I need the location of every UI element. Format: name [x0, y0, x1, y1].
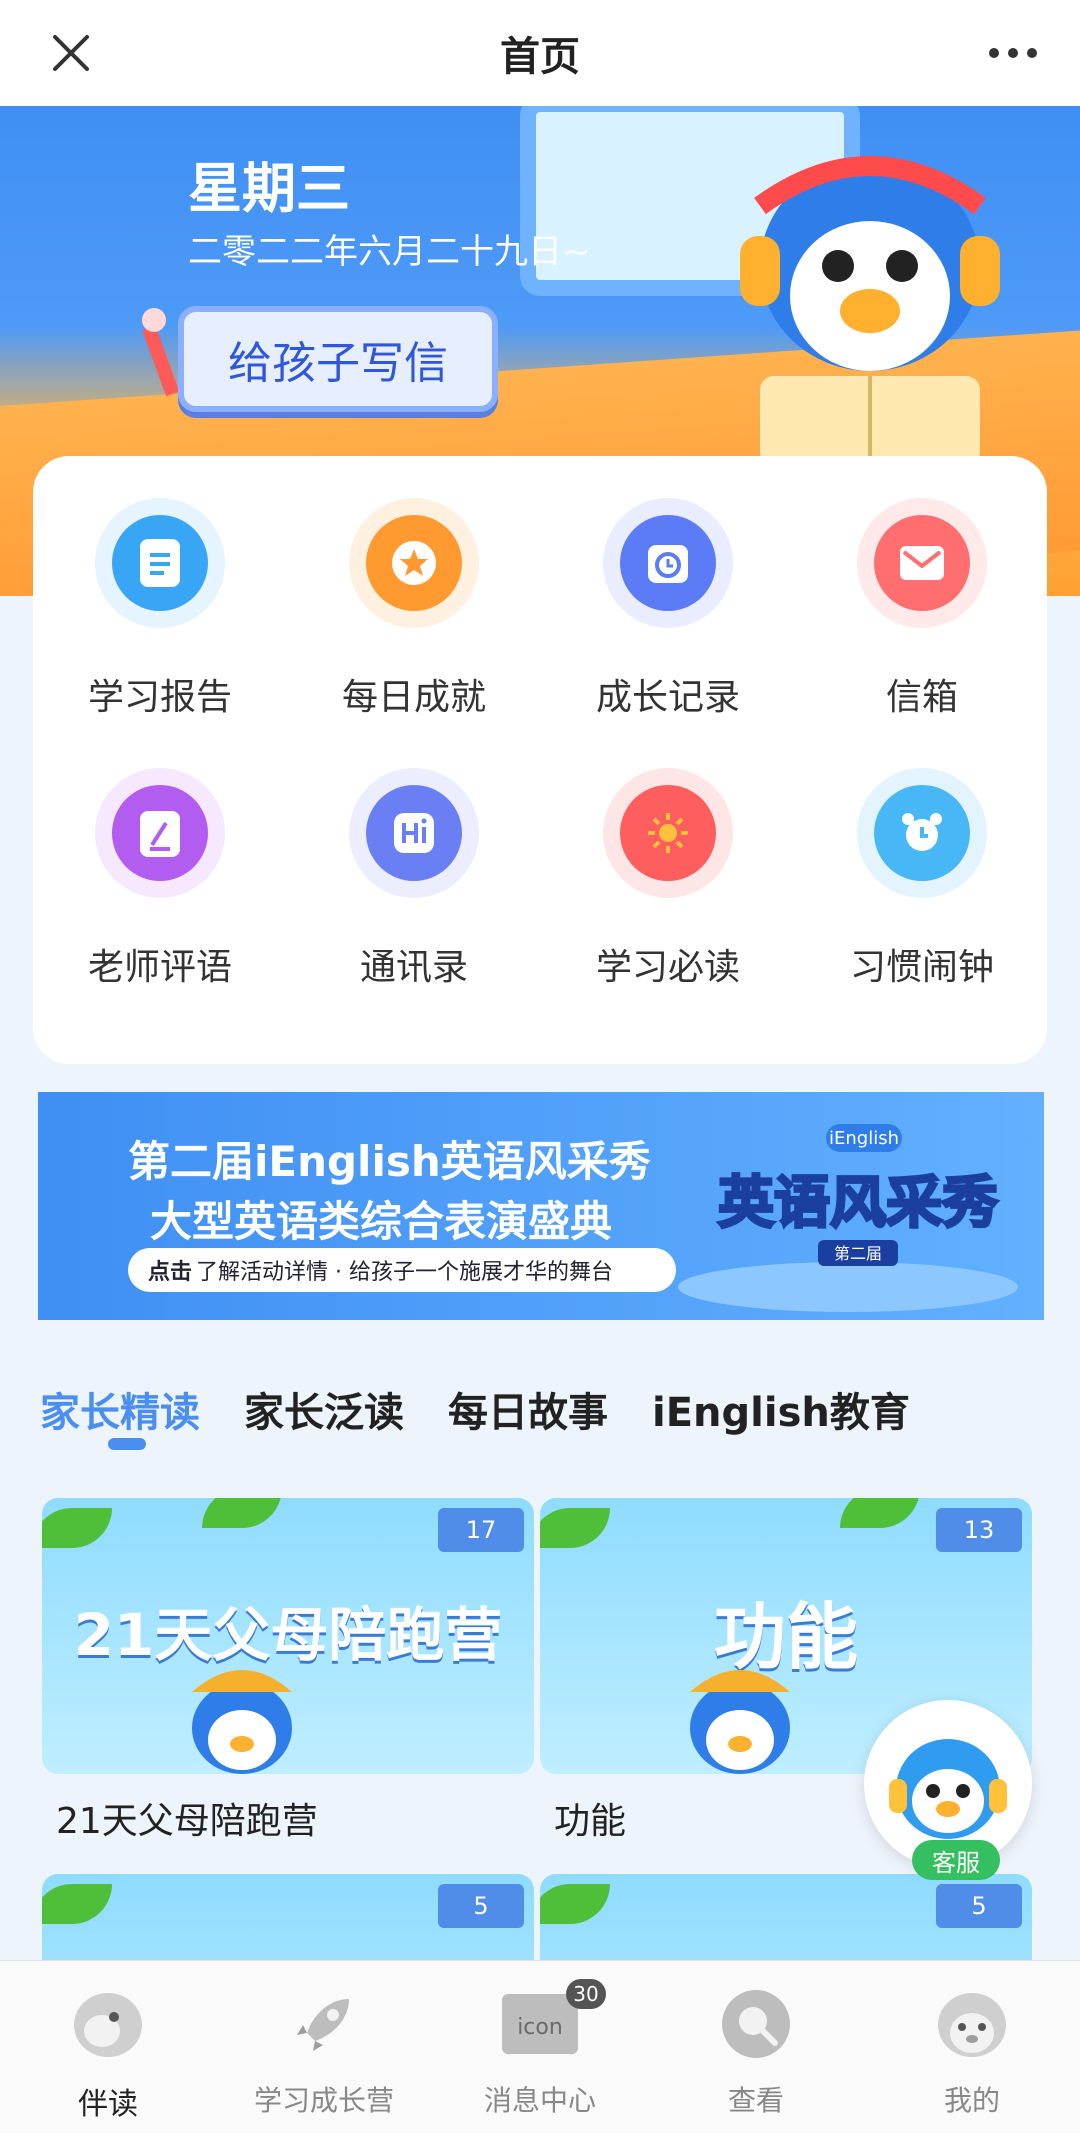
- nav-item-view[interactable]: 查看: [648, 1961, 864, 2133]
- tab-active-indicator: [108, 1438, 146, 1450]
- grid-label: 学习必读: [595, 947, 740, 988]
- content-card[interactable]: 17 21天父母陪跑营 21天父母陪跑营: [42, 1498, 534, 1844]
- grid-item-daily-achievement[interactable]: 每日成就: [287, 456, 541, 726]
- tab-label: 每日故事: [448, 1390, 608, 1436]
- penguin-service-icon: [889, 1739, 1007, 1839]
- banner-line-1: 第二届iEnglish英语风采秀: [128, 1137, 651, 1186]
- promo-banner[interactable]: 第二届iEnglish英语风采秀 大型英语类综合表演盛典 点击 了解活动详情 ·…: [38, 1092, 1044, 1320]
- grid-label: 成长记录: [595, 677, 740, 718]
- page-title: 首页: [500, 34, 580, 80]
- grid-icon-ring: [95, 768, 225, 898]
- grid-label: 通讯录: [359, 947, 468, 988]
- leaf-decoration: [540, 1508, 610, 1548]
- banner-logo-sub: 第二届: [834, 1244, 882, 1263]
- grid-label: 学习报告: [87, 677, 232, 718]
- leaf-decoration: [540, 1884, 610, 1924]
- report-icon: [112, 515, 208, 611]
- tab-ienglish-education[interactable]: iEnglish教育: [652, 1380, 910, 1450]
- tab-parent-extensive[interactable]: 家长泛读: [244, 1380, 404, 1450]
- grid-icon-ring: [603, 768, 733, 898]
- card-count-badge: 5: [438, 1884, 524, 1928]
- view-icon: [716, 1987, 796, 2061]
- nav-label: 伴读: [78, 2087, 138, 2122]
- nav-label: 消息中心: [483, 2084, 596, 2117]
- feature-grid: 学习报告 每日成就 成长记录 信箱 老师评语 通讯录 学习必读 习惯闹钟: [33, 456, 1047, 1064]
- unread-count-badge: 30: [566, 1979, 606, 2009]
- card-count-badge: 5: [936, 1884, 1022, 1928]
- weekday-label: 星期三: [188, 157, 350, 220]
- nav-item-profile[interactable]: 我的: [864, 1961, 1080, 2133]
- pencil-icon: [142, 308, 180, 397]
- grid-label: 老师评语: [87, 947, 232, 988]
- sun-icon: [620, 785, 716, 881]
- penguin-painter-icon: [192, 1670, 292, 1774]
- grid-icon-ring: [603, 498, 733, 628]
- grid-label: 习惯闹钟: [849, 947, 994, 988]
- grid-icon-ring: [857, 498, 987, 628]
- grid-icon-ring: [349, 498, 479, 628]
- more-button[interactable]: [982, 28, 1044, 78]
- close-button[interactable]: [40, 22, 102, 84]
- clock-icon: [620, 515, 716, 611]
- leaf-decoration: [202, 1498, 282, 1528]
- banner-pill-bold: 点击: [148, 1260, 193, 1285]
- content-tabs: 家长精读 家长泛读 每日故事 iEnglish教育: [40, 1380, 954, 1450]
- write-letter-button[interactable]: 给孩子写信: [178, 306, 498, 412]
- nav-item-companion[interactable]: 伴读: [0, 1961, 216, 2133]
- rocket-icon: [284, 1987, 364, 2061]
- banner-line-2: 大型英语类综合表演盛典: [150, 1197, 613, 1246]
- penguin-mascot-icon: [740, 156, 1000, 466]
- grid-item-must-read[interactable]: 学习必读: [541, 726, 795, 996]
- grid-item-teacher-comment[interactable]: 老师评语: [33, 726, 287, 996]
- tab-parent-intensive[interactable]: 家长精读: [40, 1380, 200, 1450]
- alarm-icon: [874, 785, 970, 881]
- english-show-logo-icon: iEnglish 英语风采秀 第二届: [717, 1124, 1000, 1266]
- more-icon: [989, 48, 1037, 58]
- top-bar: 首页: [0, 0, 1080, 106]
- grid-item-habit-alarm[interactable]: 习惯闹钟: [795, 726, 1049, 996]
- tab-daily-story[interactable]: 每日故事: [448, 1380, 608, 1450]
- card-thumbnail: 17 21天父母陪跑营: [42, 1498, 534, 1774]
- service-label: 客服: [912, 1840, 1000, 1880]
- tab-label: 家长泛读: [244, 1390, 404, 1436]
- bottom-navigation: 伴读 学习成长营 icon 30 消息中心 查看 我的: [0, 1960, 1080, 2133]
- tab-label: 家长精读: [40, 1390, 200, 1436]
- companion-icon: [68, 1987, 148, 2061]
- nav-item-message-center[interactable]: icon 30 消息中心: [432, 1961, 648, 2133]
- leaf-decoration: [840, 1498, 920, 1528]
- hi-icon: [366, 785, 462, 881]
- leaf-decoration: [42, 1884, 112, 1924]
- profile-icon: [932, 1987, 1012, 2061]
- grid-icon-ring: [95, 498, 225, 628]
- grid-icon-ring: [349, 768, 479, 898]
- grid-label: 信箱: [885, 677, 958, 718]
- grid-icon-ring: [857, 768, 987, 898]
- grid-label: 每日成就: [341, 677, 486, 718]
- banner-details-pill[interactable]: 点击 了解活动详情 · 给孩子一个施展才华的舞台: [128, 1248, 676, 1292]
- star-icon: [366, 515, 462, 611]
- card-count-badge: 17: [438, 1508, 524, 1552]
- leaf-decoration: [42, 1508, 112, 1548]
- grid-item-learning-report[interactable]: 学习报告: [33, 456, 287, 726]
- grid-item-mailbox[interactable]: 信箱: [795, 456, 1049, 726]
- nav-item-growth-camp[interactable]: 学习成长营: [216, 1961, 432, 2133]
- grid-item-growth-record[interactable]: 成长记录: [541, 456, 795, 726]
- date-label: 二零二二年六月二十九日~: [188, 232, 591, 272]
- nav-label: 查看: [727, 2084, 784, 2117]
- nav-label: 学习成长营: [253, 2084, 394, 2117]
- nav-label: 我的: [943, 2084, 1000, 2117]
- customer-service-button[interactable]: 客服: [864, 1700, 1036, 1880]
- banner-logo-title: 英语风采秀: [718, 1171, 998, 1236]
- banner-logo-tag: iEnglish: [829, 1128, 899, 1149]
- penguin-painter-icon: [690, 1670, 790, 1774]
- nav-icon-text: icon: [517, 2015, 563, 2040]
- card-caption: 21天父母陪跑营: [56, 1801, 318, 1842]
- mail-icon: [874, 515, 970, 611]
- close-icon: [53, 35, 89, 71]
- grid-item-contacts[interactable]: 通讯录: [287, 726, 541, 996]
- tab-label: iEnglish教育: [652, 1390, 910, 1436]
- card-count-badge: 13: [936, 1508, 1022, 1552]
- banner-pill-text: 了解活动详情 · 给孩子一个施展才华的舞台: [196, 1260, 613, 1285]
- note-icon: [112, 785, 208, 881]
